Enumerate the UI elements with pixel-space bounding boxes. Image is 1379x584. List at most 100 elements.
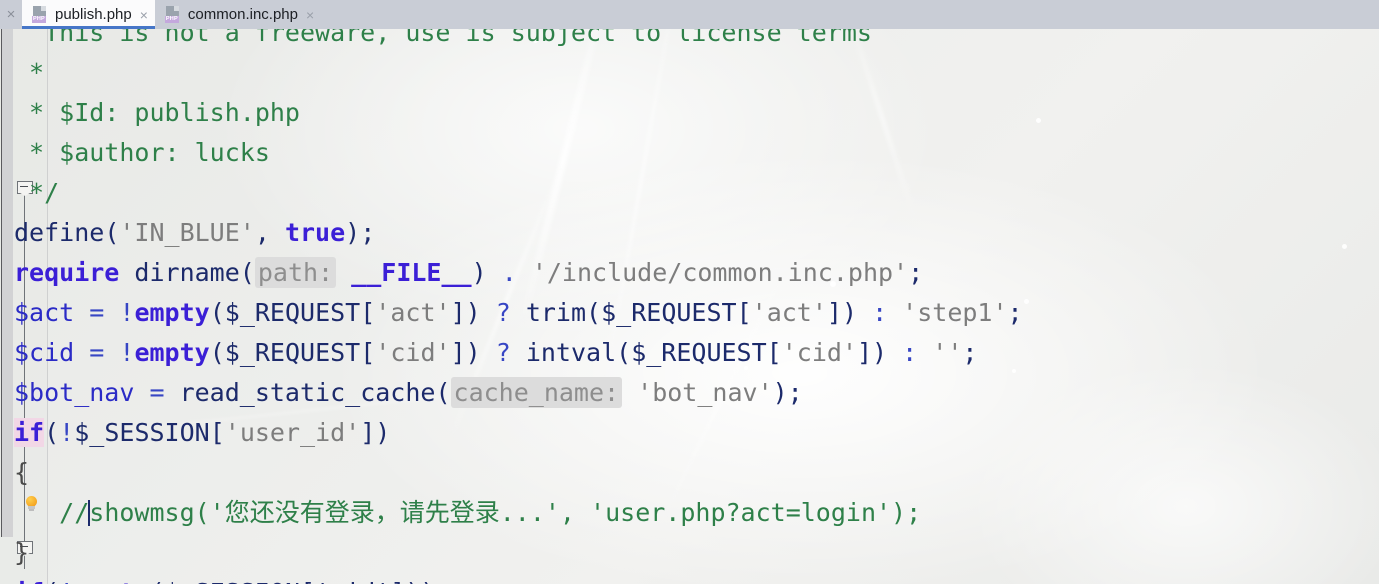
code-token: ? (480, 298, 526, 327)
code-token: * $author: lucks (14, 138, 270, 167)
code-editor-area[interactable]: This is not a freeware, use is subject t… (0, 29, 1379, 584)
code-token: ( (44, 418, 60, 447)
code-token: empty (74, 578, 149, 584)
code-token: = (74, 298, 120, 327)
code-token: ]) (450, 298, 481, 327)
code-token: $act (14, 298, 75, 327)
code-token: 'step1' (902, 298, 1008, 327)
code-line-line-comment-id[interactable]: * $Id: publish.php (14, 93, 300, 133)
code-token: : (857, 298, 903, 327)
code-token: empty (134, 298, 210, 327)
code-token: ( (104, 218, 120, 247)
code-line-line-open-brace[interactable]: { (14, 453, 29, 493)
php-file-icon: PHP (32, 6, 49, 23)
code-token: [ (360, 298, 376, 327)
php-badge-label: PHP (32, 16, 46, 23)
ide-window: × PHP publish.php × PHP common.inc.php × (0, 0, 1379, 584)
code-token: ; (1007, 298, 1023, 327)
code-token: ? (480, 338, 526, 367)
tab-label: publish.php (55, 6, 132, 23)
code-token: ; (908, 258, 924, 287)
code-token: empty (134, 338, 210, 367)
code-token: '' (932, 338, 963, 367)
code-token: : (887, 338, 933, 367)
code-token: ( (239, 258, 255, 287)
code-token: $_REQUEST (224, 298, 361, 327)
code-token: true (284, 218, 346, 247)
tab-publish-php[interactable]: PHP publish.php × (22, 0, 155, 29)
code-token: */ (14, 178, 60, 207)
code-token: [ (766, 338, 782, 367)
php-badge-label: PHP (164, 16, 179, 23)
code-token: '/include/common.inc.php' (531, 258, 909, 287)
code-line-line-showmsg-comment[interactable]: //showmsg('您还没有登录，请先登录...', 'user.php?ac… (14, 493, 921, 533)
code-token: ]) (450, 338, 481, 367)
code-token: ) (471, 258, 487, 287)
code-token: 'user_id' (224, 418, 361, 447)
code-token: ( (435, 378, 451, 407)
code-token: read_static_cache (179, 378, 436, 407)
code-token: 'IN_BLUE' (119, 218, 255, 247)
code-line-line-if[interactable]: if(!$_SESSION['user_id']) (14, 413, 390, 453)
code-token: ( (209, 338, 225, 367)
code-token: $_SESSION (74, 418, 210, 447)
code-line-line-require[interactable]: require dirname(path: __FILE__) . '/incl… (14, 253, 923, 293)
code-token: ( (616, 338, 632, 367)
code-token: if (14, 418, 45, 447)
code-line-line-clipped-bottom[interactable]: if(!empty($_SESSION['cid'])) (14, 573, 435, 584)
code-text[interactable]: This is not a freeware, use is subject t… (0, 29, 1379, 584)
editor-tab-bar: × PHP publish.php × PHP common.inc.php × (0, 0, 1379, 29)
code-token: $_REQUEST (631, 338, 767, 367)
code-token: $bot_nav (14, 378, 135, 407)
code-token: $cid (14, 338, 75, 367)
code-token: 'act' (751, 298, 827, 327)
code-token: __FILE__ (351, 258, 472, 287)
code-line-line-comment-author[interactable]: * $author: lucks (14, 133, 270, 173)
code-token: = (134, 378, 180, 407)
code-token: trim (525, 298, 587, 327)
code-token: [ (736, 298, 752, 327)
code-token: intval (525, 338, 617, 367)
code-token: { (14, 458, 30, 487)
code-token: [ (360, 338, 376, 367)
code-token: 'cid' (781, 338, 857, 367)
code-token: require (14, 258, 120, 287)
code-token: This is not a freeware, use is subject t… (14, 29, 872, 47)
close-all-tabs-icon[interactable]: × (0, 0, 22, 29)
code-line-line-cid[interactable]: $cid = !empty($_REQUEST['cid']) ? intval… (14, 333, 977, 373)
tab-common-inc-php[interactable]: PHP common.inc.php × (155, 0, 321, 29)
code-line-line-bot-nav[interactable]: $bot_nav = read_static_cache(cache_name:… (14, 373, 803, 413)
code-token: * $Id: publish.php (14, 98, 300, 127)
code-line-line-define[interactable]: define('IN_BLUE', true); (14, 213, 375, 253)
code-token: ! (119, 338, 135, 367)
code-token: ! (59, 418, 75, 447)
code-token: [ (209, 418, 225, 447)
code-token: path: (254, 257, 337, 288)
code-token: $_REQUEST (601, 298, 737, 327)
code-line-line-clipped-top[interactable]: This is not a freeware, use is subject t… (14, 29, 872, 53)
code-line-line-comment-end[interactable]: */ (14, 173, 59, 213)
code-token: 'bot_nav' (637, 378, 773, 407)
code-line-line-act[interactable]: $act = !empty($_REQUEST['act']) ? trim($… (14, 293, 1023, 333)
code-token: 'cid' (375, 338, 451, 367)
code-token: define (14, 218, 105, 247)
code-token: ]) (857, 338, 888, 367)
code-token: 'act' (375, 298, 451, 327)
code-line-line-comment-star-1[interactable]: * (14, 53, 44, 93)
code-token: ]) (360, 418, 391, 447)
tab-label: common.inc.php (187, 6, 298, 23)
code-token: ( (586, 298, 602, 327)
code-token: cache_name: (450, 377, 623, 408)
code-line-line-close-brace[interactable]: } (14, 533, 29, 573)
code-token: ! (59, 578, 74, 584)
code-token: ; (962, 338, 978, 367)
close-icon[interactable]: × (304, 8, 314, 22)
close-icon[interactable]: × (138, 8, 148, 22)
code-token: } (14, 538, 30, 567)
code-token: , (254, 218, 285, 247)
php-file-icon: PHP (164, 6, 182, 23)
code-token: showmsg('您还没有登录，请先登录...', 'user.php?act=… (89, 498, 922, 527)
code-token: ( (209, 298, 225, 327)
code-token: ( (44, 578, 59, 584)
